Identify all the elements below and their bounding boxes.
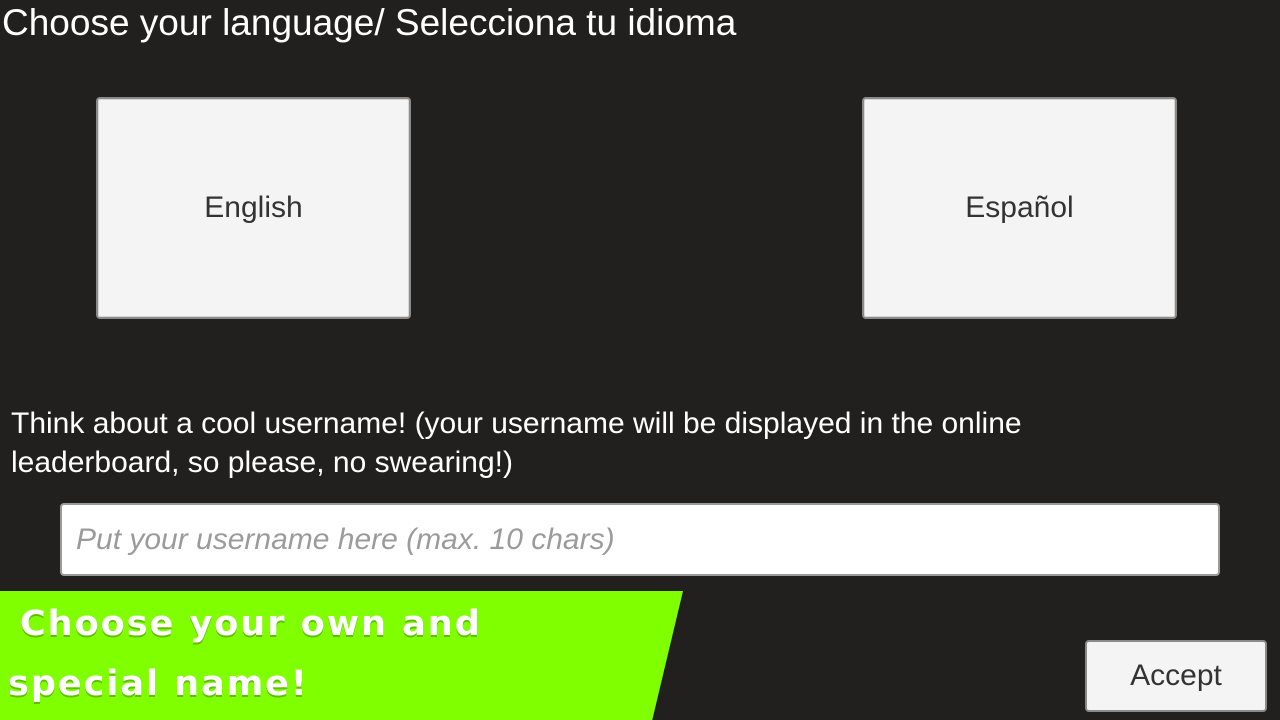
accept-button-label: Accept [1130, 659, 1222, 692]
promo-banner: Choose your own and special name! [0, 591, 683, 720]
spanish-button-label: Español [965, 191, 1074, 224]
english-button-label: English [204, 191, 303, 224]
accept-button[interactable]: Accept [1085, 640, 1267, 712]
spanish-button[interactable]: Español [862, 97, 1177, 319]
promo-text-line-1: Choose your own and [20, 604, 482, 644]
promo-text-line-2: special name! [8, 664, 309, 704]
username-input[interactable] [60, 503, 1220, 576]
username-instructions: Think about a cool username! (your usern… [11, 407, 1022, 479]
page-title: Choose your language/ Selecciona tu idio… [2, 2, 737, 43]
english-button[interactable]: English [96, 97, 411, 319]
